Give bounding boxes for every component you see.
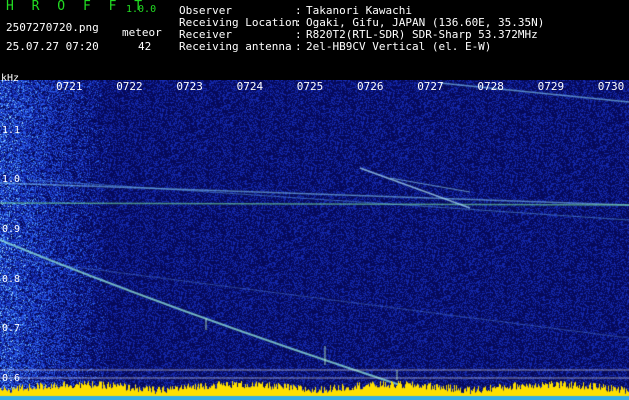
frequency-axis: 1.1 1.0 0.9 0.8 0.7 0.6: [0, 80, 30, 400]
time-tick-0726: 0726: [357, 80, 384, 93]
time-tick-0722: 0722: [116, 80, 143, 93]
time-tick-0725: 0725: [296, 80, 324, 93]
time-tick-0723: 0723: [176, 80, 203, 93]
freq-tick-0-8: 0.8: [2, 274, 21, 285]
time-tick-0728: 0728: [477, 80, 504, 93]
meteor-label: meteor: [122, 26, 162, 39]
time-tick-0730: 0730: [597, 80, 625, 93]
antenna-colon: :: [295, 40, 302, 53]
freq-tick-0-6: 0.6: [2, 373, 21, 384]
time-tick-0721: 0721: [56, 80, 83, 93]
app-version: 1.0.0: [126, 4, 157, 15]
header-panel: H R O F F T 1.0.0 2507270720.png meteor …: [0, 0, 629, 80]
time-tick-0724: 0724: [236, 80, 264, 93]
freq-tick-0-9: 0.9: [2, 224, 21, 235]
time-tick-0729: 0729: [537, 80, 565, 93]
date-time: 25.07.27 07:20: [6, 40, 99, 53]
time-tick-0727: 0727: [417, 80, 444, 93]
freq-tick-0-7: 0.7: [2, 323, 21, 334]
time-axis: 0721 0722 0723 0724 0725 0726 0727 0728 0729 0730: [0, 80, 629, 94]
file-name: 2507270720.png: [6, 21, 99, 34]
antenna-label: Receiving antenna: [179, 40, 292, 53]
antenna-value: 2el-HB9CV Vertical (el. E-W): [306, 40, 492, 53]
meteor-count: 42: [138, 40, 152, 53]
freq-tick-1-0: 1.0: [2, 174, 21, 185]
freq-tick-1-1: 1.1: [2, 125, 21, 136]
spectrogram-canvas: [0, 80, 629, 400]
